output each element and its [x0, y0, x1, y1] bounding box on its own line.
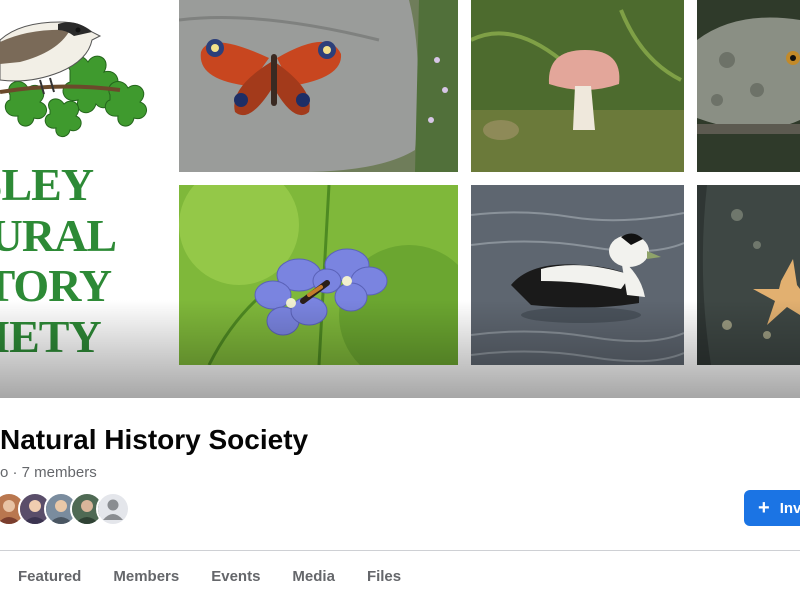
member-avatar-stack[interactable]	[0, 492, 130, 526]
eider-duck-photo	[471, 185, 684, 365]
tab-media[interactable]: Media	[276, 552, 351, 600]
tab-events[interactable]: Events	[195, 552, 276, 600]
logo-line: STORY	[0, 260, 112, 312]
tab-featured[interactable]: Featured	[2, 552, 97, 600]
group-privacy-and-member-count[interactable]: o · 7 members	[0, 464, 97, 481]
logo-line: TURAL	[0, 209, 117, 261]
avatar[interactable]	[96, 492, 130, 526]
logo-line: ISLEY	[0, 159, 94, 210]
logo-line: CIETY	[0, 310, 102, 362]
group-title[interactable]: Natural History Society	[0, 424, 308, 456]
society-logo: ISLEY TURAL STORY CIETY	[0, 0, 170, 372]
society-logo-text: ISLEY TURAL STORY CIETY	[0, 159, 170, 362]
tab-members[interactable]: Members	[97, 552, 195, 600]
mushroom-photo	[471, 0, 684, 172]
bird-on-leaves-illustration	[0, 21, 148, 137]
group-tabs: Featured Members Events Media Files	[2, 552, 417, 600]
invite-button[interactable]: + Invi	[744, 490, 800, 526]
plus-icon: +	[758, 497, 770, 519]
cover-photo[interactable]: ISLEY TURAL STORY CIETY	[0, 0, 800, 398]
butterfly-photo	[179, 0, 458, 172]
starfish-photo	[697, 185, 800, 365]
flower-photo	[179, 185, 458, 365]
invite-button-label: Invi	[779, 499, 800, 517]
toad-photo	[697, 0, 800, 172]
header-divider	[0, 550, 800, 551]
tab-files[interactable]: Files	[351, 552, 417, 600]
